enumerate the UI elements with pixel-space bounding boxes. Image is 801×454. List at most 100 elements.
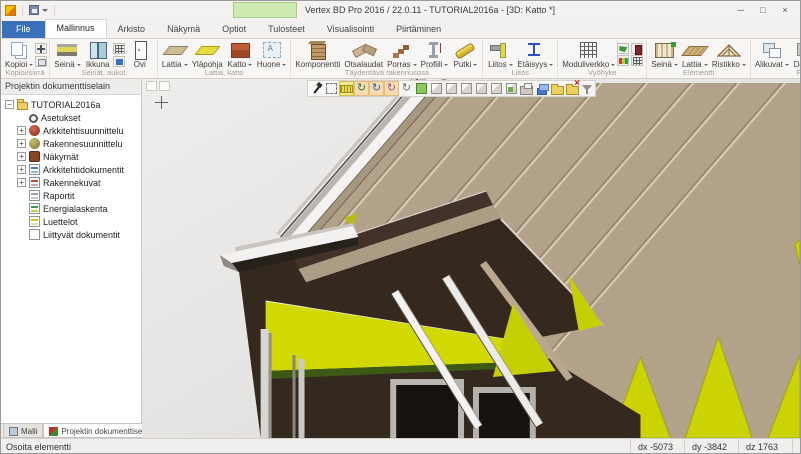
lattia-button[interactable]: Lattia [160,40,190,69]
tab-mallinnus[interactable]: Mallinnus [45,19,107,38]
close-button[interactable]: × [774,2,796,18]
komponentti-button[interactable]: Komponentti [293,40,342,69]
expand-icon[interactable]: + [17,178,26,187]
tree-item-nakymat[interactable]: + Näkymät [1,150,141,163]
rotate-free-icon[interactable] [399,81,414,96]
folder-delete-icon[interactable]: × [564,81,579,96]
moduliverkko-button[interactable]: Moduliverkko [560,40,617,69]
save-icon[interactable] [29,5,39,15]
floor-icon [162,40,188,60]
tab-nakyma[interactable]: Näkymä [156,21,211,38]
putki-button[interactable]: Putki [450,40,480,69]
elementti-seina-button[interactable]: Seinä [649,40,679,69]
layers-icon[interactable] [534,81,549,96]
tab-malli[interactable]: Malli [3,424,43,438]
tree-item-rakennekuvat[interactable]: + Rakennekuvat [1,176,141,189]
zone-red-button[interactable] [631,43,643,54]
copy-option-button[interactable] [35,56,47,67]
titlebar: Vertex BD Pro 2016 / 22.0.11 - TUTORIAL2… [1,1,800,19]
window-controls: ─ □ × [730,2,800,18]
component-icon [305,40,331,60]
ovi-button[interactable]: Ovi [125,40,155,69]
details-icon [793,40,800,60]
rotate-view-icon[interactable] [369,81,384,96]
elementti-lattia-button[interactable]: Lattia [680,40,710,69]
maximize-button[interactable]: □ [752,2,774,18]
expand-icon[interactable]: + [17,126,26,135]
expand-icon[interactable]: + [17,165,26,174]
ikkuna-button[interactable]: Ikkuna [83,40,113,69]
zone-green-button[interactable] [617,43,629,54]
fascia-icon [351,40,377,60]
view-cube-icon[interactable] [489,81,504,96]
view-cube-icon[interactable] [429,81,444,96]
tree-item-arkkitehtidokumentit[interactable]: + Arkkitehtidokumentit [1,163,141,176]
etaisyys-button[interactable]: Etäisyys [515,40,555,69]
tab-tulosteet[interactable]: Tulosteet [257,21,316,38]
otsalaudat-button[interactable]: Otsalaudat [342,40,385,69]
opening-grid-button[interactable] [113,43,125,54]
zone-palette-button[interactable] [617,55,629,66]
profiili-button[interactable]: Profiili [419,40,451,69]
zone-grid-button[interactable] [631,55,643,66]
dropdown-caret-icon [674,64,678,68]
view-cube-face-icon[interactable] [504,81,519,96]
tree-item-luettelot[interactable]: Luettelot [1,215,141,228]
seina-button[interactable]: Seinä [52,40,82,69]
tab-file[interactable]: File [2,21,45,38]
stairs-icon [389,40,415,60]
sidebar-header: Projektin dokumenttiselain [1,79,141,95]
3d-viewport[interactable]: × [142,79,800,438]
rotate-model-icon[interactable] [354,81,369,96]
tree-item-label: Liittyvät dokumentit [43,230,120,240]
tree-item-energialaskenta[interactable]: Energialaskenta [1,202,141,215]
shaded-cube-icon[interactable] [414,81,429,96]
quick-access-caret-icon[interactable] [42,9,48,15]
view-cube-icon[interactable] [444,81,459,96]
tab-visualisointi[interactable]: Visualisointi [316,21,385,38]
tree-item-rakennesuunnittelu[interactable]: + Rakennesuunnittelu [1,137,141,150]
view-cube-icon[interactable] [474,81,489,96]
tree-item-arkkitehtisuunnittelu[interactable]: + Arkkitehtisuunnittelu [1,124,141,137]
select-area-icon[interactable] [324,81,339,96]
filter-icon[interactable] [579,81,594,96]
tree-item-raportit[interactable]: Raportit [1,189,141,202]
expand-icon[interactable]: + [17,152,26,161]
tree-item-liittyvat-dokumentit[interactable]: Liittyvät dokumentit [1,228,141,241]
collapse-icon[interactable]: − [5,100,14,109]
ylapohja-button[interactable]: Yläpohja [190,40,225,69]
pin-icon[interactable] [309,81,324,96]
rotate-axis-icon[interactable] [384,81,399,96]
dropdown-caret-icon [444,64,448,68]
view-cube-icon[interactable] [459,81,474,96]
tab-piirtaminen[interactable]: Piirtäminen [385,21,452,38]
viewport-mini-icon[interactable] [146,81,157,91]
alikuvat-button[interactable]: Alikuvat [753,40,791,69]
tree-item-root[interactable]: − TUTORIAL2016a [1,98,141,111]
liitos-button[interactable]: Liitos [485,40,515,69]
viewport-mini-icon[interactable] [159,81,170,91]
views-icon [29,151,40,162]
measure-icon[interactable] [339,81,354,96]
tree-item-label: Rakennesuunnittelu [43,139,123,149]
folder-open-icon[interactable] [549,81,564,96]
ristikko-button[interactable]: Ristikko [710,40,748,69]
minimize-button[interactable]: ─ [730,2,752,18]
opening-fill-button[interactable] [113,56,125,67]
print-icon[interactable] [519,81,534,96]
kopioi-button[interactable]: Kopioi [3,40,35,69]
tab-optiot[interactable]: Optiot [211,21,257,38]
button-label: Seinä [54,60,74,69]
expand-icon[interactable]: + [17,139,26,148]
ribbon: Kopioi Kopioi/siirrä Seinä Ikkuna [1,39,800,79]
huone-button[interactable]: Huone [255,40,289,69]
detaljit-button[interactable]: Detaljit [791,40,800,69]
tree-item-asetukset[interactable]: Asetukset [1,111,141,124]
tab-arkisto[interactable]: Arkisto [107,21,157,38]
move-button[interactable] [35,43,47,54]
window-icon [85,40,111,60]
pipe-icon [452,40,478,60]
katto-button[interactable]: Katto [225,40,255,69]
porras-button[interactable]: Porras [385,40,419,69]
button-label: Alikuvat [755,60,783,69]
